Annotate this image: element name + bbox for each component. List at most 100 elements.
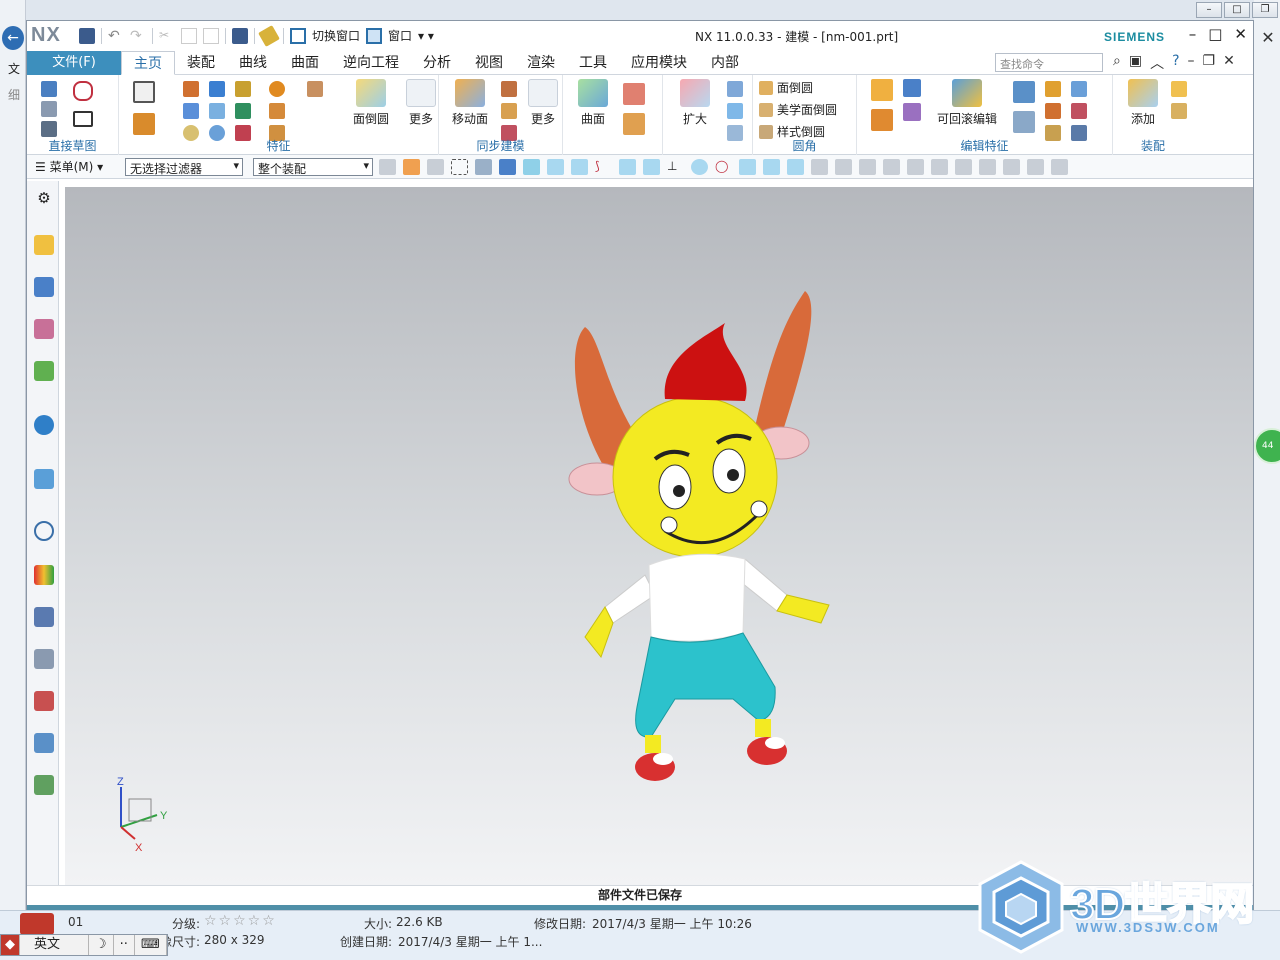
save-icon[interactable] <box>79 27 95 44</box>
boolean-icon[interactable] <box>235 81 251 97</box>
arc-center-icon[interactable] <box>691 159 708 175</box>
face-blend-item[interactable]: 面倒圆 <box>759 79 813 96</box>
notification-bubble[interactable]: 44 <box>1254 428 1280 464</box>
tab-internal[interactable]: 内部 <box>699 51 751 75</box>
tab-surface[interactable]: 曲面 <box>279 51 331 75</box>
window-layout-icon[interactable]: ▣ <box>1129 53 1142 73</box>
sketch-icon[interactable] <box>41 81 57 97</box>
orient-view-icon[interactable] <box>907 159 924 175</box>
general-selection-icon[interactable] <box>403 159 420 175</box>
tangent-icon[interactable]: ◯ <box>715 159 732 175</box>
minimize-icon[interactable]: – <box>1196 2 1222 18</box>
help-icon[interactable]: ? <box>1172 53 1179 73</box>
unsuppress-icon[interactable] <box>903 103 921 121</box>
toolbar-options-icon[interactable] <box>1051 159 1068 175</box>
web-browser-icon[interactable] <box>34 469 54 489</box>
punctuation-icon[interactable]: ·· <box>114 935 135 955</box>
replace-feature-icon[interactable] <box>1013 111 1035 133</box>
tab-render[interactable]: 渲染 <box>515 51 567 75</box>
cut-icon[interactable]: ✂ <box>159 28 175 44</box>
reuse-library-icon[interactable] <box>34 361 54 381</box>
view-section-icon[interactable] <box>979 159 996 175</box>
more-button-feature[interactable]: 更多 <box>399 79 443 127</box>
window-menu-button[interactable]: 窗口 <box>388 27 412 44</box>
tab-analysis[interactable]: 分析 <box>411 51 463 75</box>
part-navigator-icon[interactable] <box>34 319 54 339</box>
control-point-icon[interactable] <box>619 159 636 175</box>
gear-icon[interactable]: ⚙ <box>34 189 54 209</box>
snap-point-icon[interactable] <box>523 159 540 175</box>
search-icon[interactable]: ⌕ <box>1113 53 1121 73</box>
intersection-icon[interactable] <box>643 159 660 175</box>
rotate-view-icon[interactable] <box>883 159 900 175</box>
sketch-pen-icon[interactable] <box>41 121 57 137</box>
type-filter-select[interactable]: 无选择过滤器 <box>125 158 243 176</box>
system-materials-icon[interactable] <box>34 565 54 585</box>
show-hide-icon[interactable] <box>955 159 972 175</box>
restore-icon[interactable]: ❐ <box>1252 2 1278 18</box>
trim-icon[interactable] <box>307 81 323 97</box>
tab-view[interactable]: 视图 <box>463 51 515 75</box>
redo-icon[interactable]: ↷ <box>130 28 146 44</box>
thicken-icon[interactable] <box>727 125 743 141</box>
suppress-icon[interactable] <box>903 79 921 97</box>
surface-button[interactable]: 曲面 <box>571 79 615 127</box>
add-component-button[interactable]: 添加 <box>1121 79 1165 127</box>
ime-logo-icon[interactable]: ◆ <box>1 935 20 955</box>
bounded-grid-icon[interactable] <box>787 159 804 175</box>
unite-icon[interactable] <box>235 103 251 119</box>
constraint-icon[interactable] <box>1171 103 1187 119</box>
history-icon[interactable] <box>34 521 54 541</box>
sketch-grid-icon[interactable] <box>41 101 57 117</box>
rollback-edit-button[interactable]: 可回滚编辑 <box>933 79 1001 127</box>
assembly-navigator-icon[interactable] <box>34 235 54 255</box>
render-style-icon[interactable] <box>931 159 948 175</box>
curve-snap-icon[interactable]: ⟆ <box>595 159 612 175</box>
point-on-surface-icon[interactable] <box>763 159 780 175</box>
rectangle-select-icon[interactable] <box>451 159 468 175</box>
rating-stars[interactable]: ☆☆☆☆☆ <box>204 913 277 929</box>
pattern-icon[interactable] <box>269 81 285 97</box>
moon-icon[interactable]: ☽ <box>89 935 114 955</box>
extension-icon[interactable] <box>727 81 743 97</box>
copy-icon[interactable] <box>181 27 197 44</box>
close-icon[interactable]: ✕ <box>1223 53 1235 73</box>
constraint-navigator-icon[interactable] <box>34 277 54 297</box>
command-search-input[interactable]: 查找命令 <box>995 53 1103 72</box>
filter-reset-icon[interactable] <box>379 159 396 175</box>
end-point-icon[interactable] <box>547 159 564 175</box>
minimize-button[interactable]: – <box>1189 25 1197 43</box>
zoom-icon[interactable] <box>859 159 876 175</box>
save-as-icon[interactable] <box>232 27 248 44</box>
feature-parameters-icon[interactable] <box>871 79 893 101</box>
move-face-button[interactable]: 移动面 <box>445 79 495 127</box>
offset-surface-icon[interactable] <box>727 103 743 119</box>
chamfer-icon[interactable] <box>269 103 285 119</box>
datum-plane-icon[interactable] <box>133 81 155 103</box>
face-blend-button[interactable]: 面倒圆 <box>341 79 401 127</box>
aesthetic-face-blend-item[interactable]: 美学面倒圆 <box>759 101 837 118</box>
minimize-icon[interactable]: – <box>1188 53 1195 73</box>
maximize-icon[interactable]: □ <box>1224 2 1250 18</box>
role-icon[interactable] <box>34 691 54 711</box>
enlarge-button[interactable]: 扩大 <box>675 79 715 127</box>
close-button[interactable]: ✕ <box>1234 25 1247 43</box>
selection-scope-select[interactable]: 整个装配 <box>253 158 373 176</box>
edit-section-icon[interactable] <box>1003 159 1020 175</box>
ime-language[interactable]: 英文 <box>20 935 90 955</box>
work-layer-icon[interactable] <box>1027 159 1044 175</box>
point-on-curve-icon[interactable] <box>739 159 756 175</box>
tab-application[interactable]: 应用模块 <box>619 51 699 75</box>
menu-dropdown[interactable]: ☰ 菜单(M) ▾ <box>35 158 103 175</box>
print-icon[interactable] <box>34 775 54 795</box>
tab-assembly[interactable]: 装配 <box>175 51 227 75</box>
block-icon[interactable] <box>209 81 225 97</box>
mid-point-icon[interactable] <box>571 159 588 175</box>
more-button-sync[interactable]: 更多 <box>523 79 563 127</box>
perpendicular-icon[interactable]: ⊥ <box>667 159 684 175</box>
select-feature-icon[interactable] <box>427 159 444 175</box>
tab-home[interactable]: 主页 <box>121 51 175 75</box>
offset-region-icon[interactable] <box>501 103 517 119</box>
through-curves-icon[interactable] <box>623 83 645 105</box>
select-body-icon[interactable] <box>475 159 492 175</box>
